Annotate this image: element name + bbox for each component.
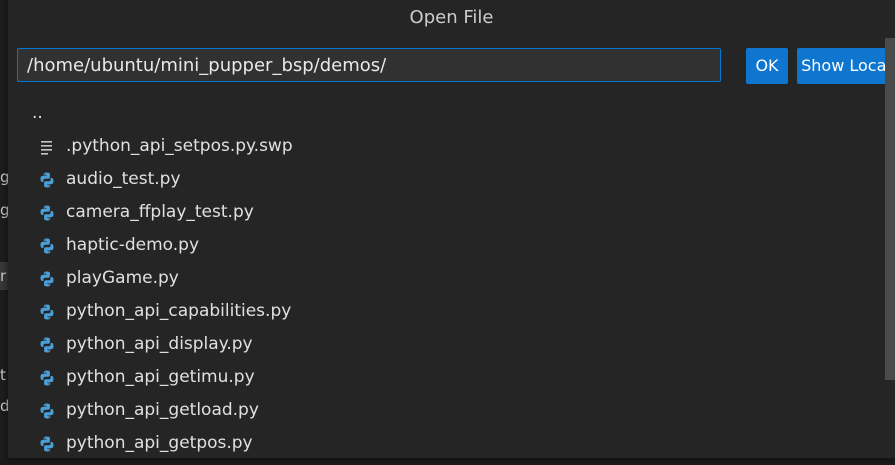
python-icon [38,333,56,353]
file-list-item[interactable]: python_api_getimu.py [8,361,880,394]
file-list-item[interactable]: python_api_capabilities.py [8,295,880,328]
file-name-label: python_api_capabilities.py [66,301,292,321]
scrollbar[interactable] [885,38,895,380]
python-icon [38,201,56,221]
parent-directory-item[interactable]: .. [8,97,880,130]
python-icon [38,234,56,254]
file-list-item[interactable]: python_api_getload.py [8,394,880,427]
file-name-label: .. [32,103,43,123]
file-list-item[interactable]: camera_ffplay_test.py [8,196,880,229]
background-text-fragment: d [0,397,8,415]
file-name-label: haptic-demo.py [66,235,200,255]
open-file-dialog: Open File OK Show Local .. .python_api_se… [8,0,895,458]
path-input[interactable] [17,48,721,82]
file-name-label: python_api_getload.py [66,400,259,420]
file-list-item[interactable]: python_api_display.py [8,328,880,361]
background-text-fragment: t [0,366,6,384]
file-name-label: camera_ffplay_test.py [66,202,254,222]
file-name-label: audio_test.py [66,169,181,189]
background-text-fragment: r [0,262,8,290]
dialog-title: Open File [409,7,494,28]
background-text-fragment: g [0,168,8,186]
show-local-button[interactable]: Show Local [797,48,895,84]
python-icon [38,300,56,320]
file-list: .. .python_api_setpos.py.swp audio_test.py… [8,97,880,460]
file-list-item[interactable]: python_api_getpos.py [8,427,880,460]
file-name-label: .python_api_setpos.py.swp [66,136,293,156]
file-list-item[interactable]: .python_api_setpos.py.swp [8,130,880,163]
file-name-label: python_api_getpos.py [66,433,253,453]
text-file-icon [38,135,56,155]
file-name-label: python_api_display.py [66,334,253,354]
file-name-label: playGame.py [66,268,179,288]
file-list-item[interactable]: haptic-demo.py [8,229,880,262]
ok-button[interactable]: OK [746,48,788,84]
python-icon [38,399,56,419]
background-text-fragment: g [0,201,8,219]
file-list-item[interactable]: audio_test.py [8,163,880,196]
python-icon [38,432,56,452]
python-icon [38,267,56,287]
python-icon [38,366,56,386]
python-icon [38,168,56,188]
file-list-item[interactable]: playGame.py [8,262,880,295]
file-name-label: python_api_getimu.py [66,367,255,387]
